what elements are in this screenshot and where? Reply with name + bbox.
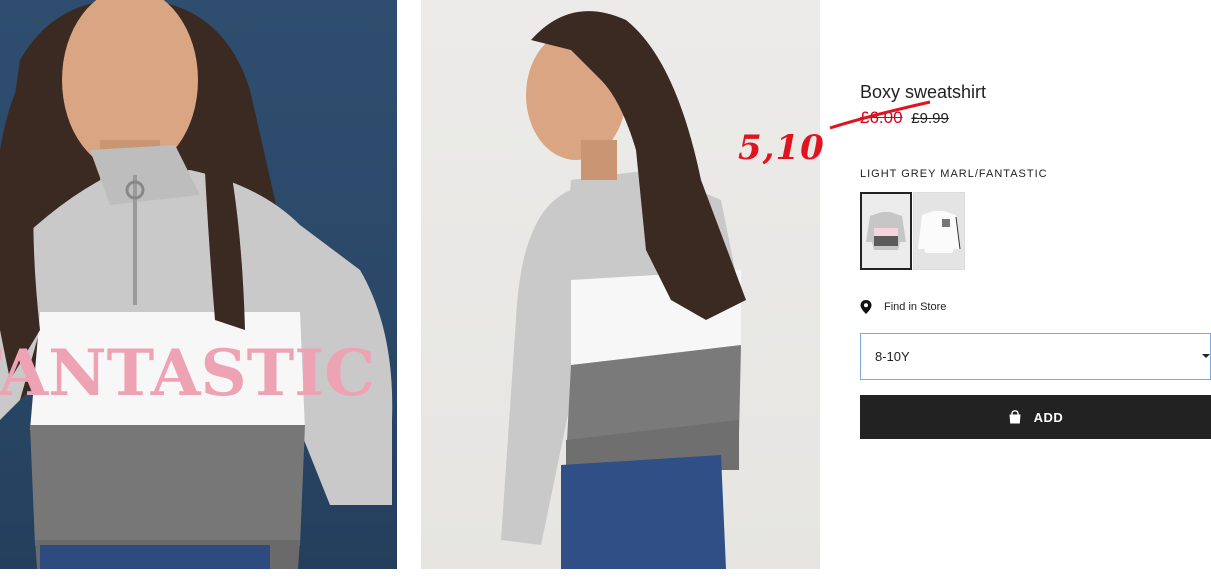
- map-pin-icon: [860, 300, 872, 314]
- product-image-side[interactable]: [421, 0, 820, 569]
- size-select-value: 8-10Y: [875, 349, 910, 364]
- color-swatch-white[interactable]: [913, 192, 965, 270]
- annotation-price-note: 5,10: [738, 128, 825, 168]
- add-button-label: ADD: [1033, 409, 1064, 425]
- annotation-strike-line: [829, 100, 931, 130]
- product-image-front[interactable]: FANTASTIC: [0, 0, 397, 569]
- find-in-store-link[interactable]: Find in Store: [860, 300, 946, 314]
- color-name-label: LIGHT GREY MARL/FANTASTIC: [860, 168, 1048, 180]
- find-in-store-label: Find in Store: [884, 301, 947, 313]
- size-select[interactable]: 8-10Y: [860, 333, 1211, 380]
- chevron-down-icon: [1202, 354, 1210, 358]
- add-to-bag-button[interactable]: ADD: [860, 395, 1211, 439]
- color-swatch-light-grey[interactable]: [860, 192, 912, 270]
- print-text-front: FANTASTIC: [0, 336, 375, 411]
- shopping-bag-icon: [1009, 410, 1021, 424]
